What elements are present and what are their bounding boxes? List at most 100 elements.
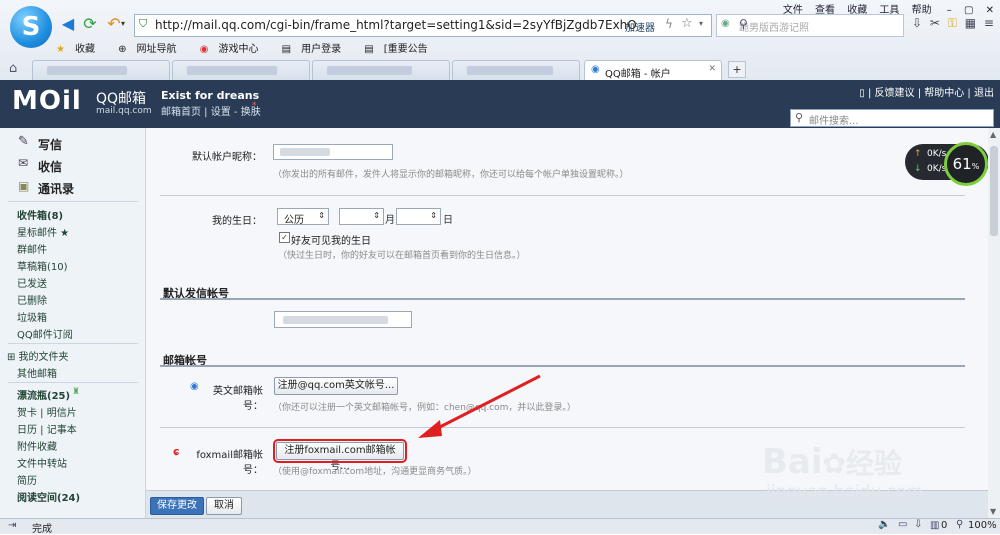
resume[interactable]: 简历 [17, 472, 37, 487]
refresh-icon[interactable]: ⟳ [80, 14, 100, 34]
calendar-type-value: 公历 [284, 215, 304, 226]
drift-bottle[interactable]: 漂流瓶(25) [17, 387, 70, 402]
globe-icon: ⊕ [118, 44, 127, 55]
download-icon[interactable]: ⇩ [912, 16, 922, 30]
tab-close-icon[interactable]: ✕ [708, 64, 716, 74]
attachment-favorites[interactable]: 附件收藏 [17, 438, 57, 453]
fav-collect[interactable]: ★ 收藏 [56, 44, 105, 55]
fav-login[interactable]: ▤ 用户登录 [282, 44, 351, 55]
undo-dropdown-icon[interactable]: ▾ [121, 19, 125, 28]
birthday-visible-checkbox[interactable]: ✓ [279, 232, 290, 243]
fav-nav[interactable]: ⊕ 网址导航 [118, 44, 186, 55]
select-arrows-icon: ⇕ [430, 211, 437, 220]
register-foxmail-button[interactable]: 注册foxmail.com邮箱帐号... [273, 439, 407, 472]
calendar-notes[interactable]: 日历 | 记事本 [17, 421, 77, 436]
toolbar-icons: ⇩ ✂ ⚿ ▦ ≡ [912, 16, 994, 31]
nickname-input[interactable] [273, 144, 393, 160]
scroll-down-icon[interactable]: ▼ [990, 507, 996, 516]
day-select[interactable]: ⇕ [396, 208, 441, 225]
tab-blurred-2[interactable] [172, 60, 310, 80]
top-links: ▯ | 反馈建议 | 帮助中心 | 退出 [859, 84, 994, 99]
cut-icon[interactable]: ✂ [930, 16, 940, 30]
star-icon[interactable]: ☆ [681, 16, 693, 31]
watermark-cn: 经验 [845, 447, 902, 480]
back-arrow-icon[interactable]: ◀ [58, 14, 78, 34]
panel-toggle-icon[interactable]: ⇥ [8, 520, 16, 531]
other-mailboxes[interactable]: 其他邮箱 [17, 365, 57, 380]
foxmail-account-label: foxmail邮箱帐号： [196, 450, 263, 476]
memory-gauge: 61% [944, 142, 988, 186]
folder-group[interactable]: 群邮件 [17, 241, 47, 256]
memory-percent: 61 [952, 155, 972, 173]
header-links[interactable]: 邮箱首页 | 设置 - 换肤 [161, 103, 261, 118]
download-manager-icon[interactable]: ⇩ [914, 519, 922, 530]
addressbook-icon: ▣ [18, 179, 30, 193]
top-links-text[interactable]: | 反馈建议 | 帮助中心 | 退出 [868, 88, 994, 99]
minimize-icon[interactable]: – [947, 5, 952, 16]
zoom-level[interactable]: 100% [968, 520, 997, 531]
folder-drafts[interactable]: 草稿箱(10) [17, 258, 68, 273]
folder-subscriptions[interactable]: QQ邮件订阅 [17, 326, 73, 341]
my-folders[interactable]: ⊞ 我的文件夹 [7, 348, 69, 363]
browser-logo[interactable]: S [10, 6, 52, 48]
tab-blurred-4[interactable] [452, 60, 580, 80]
fav-games[interactable]: ◉ 游戏中心 [200, 44, 269, 55]
folder-inbox[interactable]: 收件箱(8) [17, 207, 63, 222]
receive-link[interactable]: 收信 [38, 158, 62, 175]
contacts-link[interactable]: 通讯录 [38, 180, 74, 197]
lightning-icon[interactable]: ϟ [665, 17, 673, 31]
folder-deleted[interactable]: 已删除 [17, 292, 47, 307]
user-motto: Exist for dreans [161, 89, 260, 102]
select-arrows-icon: ⇕ [318, 211, 325, 220]
sidebar-divider [8, 201, 138, 202]
menu-favorites[interactable]: 收藏 [847, 5, 867, 16]
zoom-icon[interactable]: ⚲ [956, 519, 963, 530]
folder-sent[interactable]: 已发送 [17, 275, 47, 290]
accelerator-label[interactable]: 加速器 [625, 19, 655, 34]
close-icon[interactable]: ✕ [986, 5, 994, 16]
fav-notice[interactable]: ▤ [重要公告 [364, 44, 437, 55]
tab-qqmail-account[interactable]: ◉ QQ邮箱 - 帐户 ✕ [584, 60, 722, 80]
screen-icon[interactable]: ▭ [898, 519, 907, 530]
phone-icon[interactable]: ▯ [859, 88, 865, 99]
folder-spam[interactable]: 垃圾箱 [17, 309, 47, 324]
key-icon[interactable]: ⚿ [948, 16, 957, 30]
mail-search-input[interactable]: ⚲ 邮件搜索... [790, 109, 994, 127]
menu-bar: 文件 查看 收藏 工具 帮助 – ▢ ✕ [774, 1, 994, 16]
search-icon[interactable]: ⚲ [739, 17, 899, 31]
cancel-button[interactable]: 取消 [206, 497, 242, 515]
folder-starred[interactable]: 星标邮件 ★ [17, 224, 69, 239]
cards-postcards[interactable]: 贺卡 | 明信片 [17, 404, 77, 419]
save-button[interactable]: 保存更改 [150, 497, 204, 515]
menu-file[interactable]: 文件 [783, 5, 803, 16]
home-icon[interactable]: ⌂ [9, 61, 17, 76]
compose-link[interactable]: 写信 [38, 136, 62, 153]
browser-search-box[interactable]: ◉ 跪男版西游记照 ⚲ [716, 14, 904, 37]
address-bar[interactable]: ⛉ http://mail.qq.com/cgi-bin/frame_html?… [134, 14, 712, 37]
upload-arrow-icon: ↑ [914, 149, 922, 159]
tab-blurred-1[interactable] [32, 60, 170, 80]
calendar-type-select[interactable]: 公历 ⇕ [277, 208, 329, 226]
scroll-up-icon[interactable]: ▲ [990, 130, 996, 139]
new-tab-button[interactable]: + [728, 61, 746, 78]
birthday-hint: （快过生日时，你的好友可以在邮箱首页看到你的生日信息。） [278, 251, 526, 261]
mail-logo[interactable]: MOil [12, 86, 82, 116]
file-transfer[interactable]: 文件中转站 [17, 455, 67, 470]
restore-icon[interactable]: ▢ [964, 5, 973, 16]
scrollbar-thumb[interactable] [990, 146, 998, 236]
register-english-button[interactable]: 注册@qq.com英文帐号... [274, 377, 398, 395]
tab-blurred-3[interactable] [312, 60, 450, 80]
network-speed-widget[interactable]: ↑ 0K/s ↓ 0K/s 61% [905, 142, 989, 186]
extension-icon[interactable]: ▦ [965, 16, 976, 30]
month-select[interactable]: ⇕ [339, 208, 384, 225]
trash-icon[interactable]: ▥ [930, 520, 939, 531]
speaker-icon[interactable]: 🔈 [878, 519, 890, 530]
menu-toggle-icon[interactable]: ≡ [984, 16, 994, 30]
memory-percent-unit: % [971, 162, 980, 171]
reading-space[interactable]: 阅读空间(24) [17, 489, 80, 504]
default-sender-select[interactable] [274, 311, 412, 328]
menu-tools[interactable]: 工具 [879, 5, 899, 16]
menu-help[interactable]: 帮助 [912, 5, 932, 16]
menu-view[interactable]: 查看 [815, 5, 835, 16]
url-dropdown-icon[interactable]: ▾ [699, 19, 703, 28]
